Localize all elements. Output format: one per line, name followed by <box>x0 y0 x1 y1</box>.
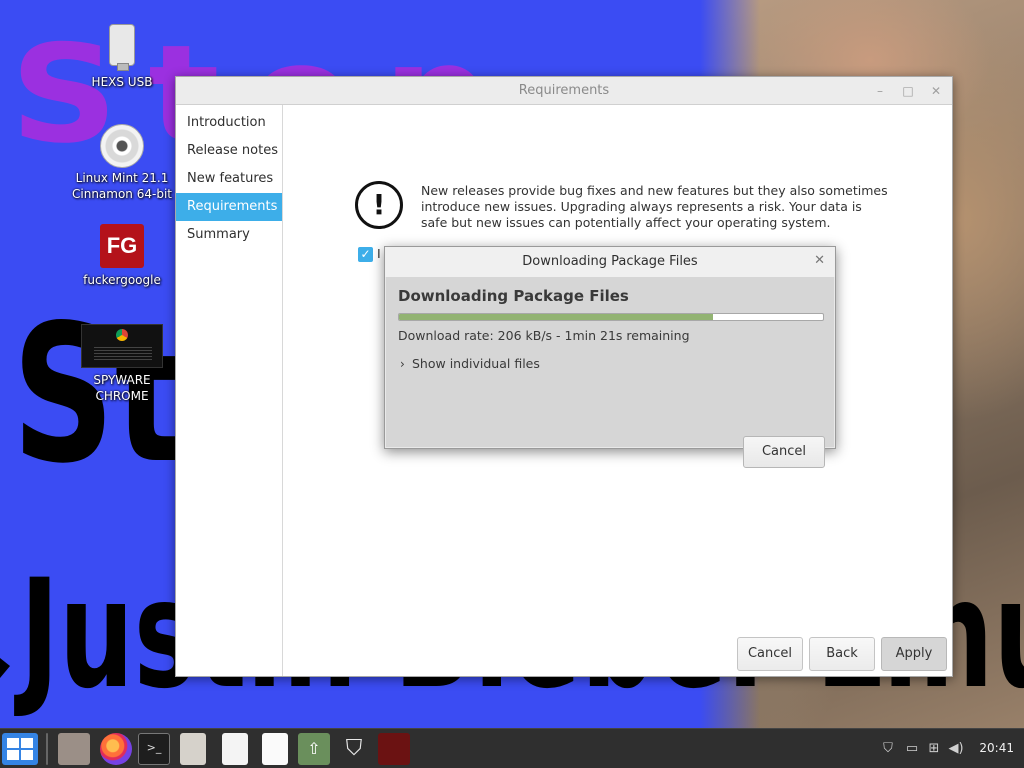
chevron-right-icon: › <box>400 357 405 371</box>
sidebar-item-requirements[interactable]: Requirements <box>176 193 282 221</box>
dialog-cancel-button[interactable]: Cancel <box>743 436 825 468</box>
desktop-icon-hexs-usb[interactable]: HEXS USB <box>67 24 177 90</box>
desktop-icon-label: SPYWARE CHROME <box>93 373 151 403</box>
download-rate-text: Download rate: 206 kB/s - 1min 21s remai… <box>398 328 690 343</box>
sidebar-item-introduction[interactable]: Introduction <box>176 109 282 137</box>
back-button[interactable]: Back <box>809 637 875 671</box>
maximize-icon[interactable]: □ <box>898 81 918 101</box>
download-dialog: Downloading Package Files ✕ Downloading … <box>384 246 836 468</box>
expander-label: Show individual files <box>412 356 540 371</box>
update-manager-icon[interactable]: ⇧ <box>298 733 330 765</box>
sidebar-item-summary[interactable]: Summary <box>176 221 282 249</box>
close-icon[interactable]: ✕ <box>926 81 946 101</box>
windows-logo-icon <box>7 738 33 760</box>
clock[interactable]: 20:41 <box>979 741 1014 755</box>
desktop-icon-fuckergoogle[interactable]: FG fuckergoogle <box>67 224 177 288</box>
taskbar-separator <box>46 733 48 765</box>
dialog-close-icon[interactable]: ✕ <box>814 253 825 268</box>
download-progress-bar <box>398 313 824 321</box>
chrome-thumbnail-icon <box>81 324 163 368</box>
apply-button[interactable]: Apply <box>881 637 947 671</box>
risk-confirm-checkbox[interactable]: ✓ <box>358 247 373 262</box>
show-individual-files-expander[interactable]: › Show individual files <box>400 356 540 371</box>
minimize-icon[interactable]: – <box>870 81 890 101</box>
display-tray-icon[interactable]: ▭ <box>904 741 920 757</box>
dialog-body: Downloading Package Files Download rate:… <box>386 277 834 468</box>
window-title: Requirements <box>518 83 610 98</box>
volume-tray-icon[interactable]: ◀) <box>948 741 964 757</box>
usb-drive-icon <box>109 24 135 71</box>
text-editor-icon[interactable] <box>262 733 288 765</box>
dialog-heading: Downloading Package Files <box>398 287 629 305</box>
menu-icon[interactable] <box>2 733 38 765</box>
terminal-icon[interactable]: >_ <box>138 733 170 765</box>
file-manager-icon[interactable] <box>58 733 90 765</box>
window-titlebar[interactable]: Requirements – □ ✕ <box>176 77 952 105</box>
sidebar-item-new-features[interactable]: New features <box>176 165 282 193</box>
cancel-button[interactable]: Cancel <box>737 637 803 671</box>
archive-icon[interactable] <box>180 733 206 765</box>
desktop-icon-linux-mint[interactable]: Linux Mint 21.1 Cinnamon 64-bit <box>67 124 177 202</box>
zip-icon[interactable] <box>222 733 248 765</box>
desktop-icon-spyware-chrome[interactable]: SPYWARE CHROME <box>67 324 177 404</box>
desktop-icon-label: Linux Mint 21.1 Cinnamon 64-bit <box>72 171 172 201</box>
wizard-sidebar: Introduction Release notes New features … <box>176 105 283 676</box>
warning-icon: ! <box>355 181 403 229</box>
mouse-cursor-icon <box>0 658 10 678</box>
firefox-icon[interactable] <box>100 733 132 765</box>
fg-app-icon: FG <box>100 224 144 268</box>
shield-icon[interactable]: ⛉ <box>338 733 370 765</box>
shield-tray-icon[interactable]: ⛉ <box>880 741 896 757</box>
taskbar: >_ ⇧ ⛉ ⛉ ▭ ⊞ ◀) 20:41 <box>0 728 1024 768</box>
warning-text: New releases provide bug fixes and new f… <box>421 183 888 230</box>
desktop-icon-label: HEXS USB <box>91 75 153 89</box>
dialog-titlebar[interactable]: Downloading Package Files ✕ <box>385 247 835 277</box>
cd-icon <box>100 124 144 168</box>
desktop-icon-label: fuckergoogle <box>83 273 161 287</box>
download-progress-fill <box>399 314 713 320</box>
dialog-title: Downloading Package Files <box>522 254 698 269</box>
network-tray-icon[interactable]: ⊞ <box>926 741 942 757</box>
red-app-icon[interactable] <box>378 733 410 765</box>
sidebar-item-release-notes[interactable]: Release notes <box>176 137 282 165</box>
